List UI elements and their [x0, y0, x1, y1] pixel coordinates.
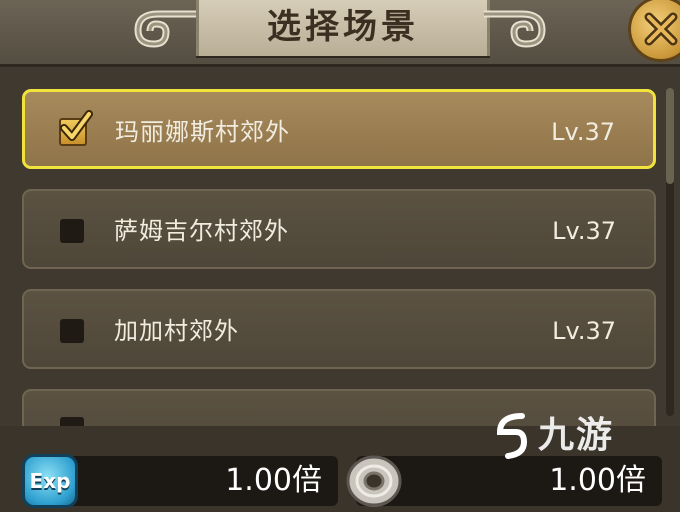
exp-icon: Exp	[22, 454, 78, 508]
watermark: 九游	[490, 406, 640, 466]
scene-level: Lv.37	[552, 317, 616, 345]
scene-row-samgir[interactable]: 萨姆吉尔村郊外 Lv.37	[22, 189, 656, 269]
coin-icon	[346, 455, 402, 507]
scene-row-gaga[interactable]: 加加村郊外 Lv.37	[22, 289, 656, 369]
scene-checkbox[interactable]	[60, 219, 84, 243]
scene-checkbox[interactable]	[59, 110, 93, 146]
scene-row-marinas[interactable]: 玛丽娜斯村郊外 Lv.37	[22, 89, 656, 169]
header-bar: 选择场景	[0, 0, 680, 67]
coin-multiplier-value: 1.00倍	[549, 463, 646, 498]
close-button[interactable]	[628, 0, 680, 62]
scrollbar-thumb[interactable]	[666, 88, 674, 184]
scroll-ornament-right-icon	[484, 10, 546, 48]
scroll-ornament-left-icon	[134, 10, 196, 48]
scene-list[interactable]: 玛丽娜斯村郊外 Lv.37 萨姆吉尔村郊外 Lv.37 加加村郊外 Lv.37	[0, 67, 680, 427]
scene-level: Lv.37	[552, 217, 616, 245]
scene-name: 玛丽娜斯村郊外	[115, 118, 290, 146]
check-icon	[60, 110, 93, 141]
watermark-text: 九游	[538, 415, 615, 456]
close-icon	[644, 12, 678, 46]
watermark-logo-icon	[496, 413, 528, 459]
scene-level: Lv.37	[551, 118, 615, 146]
scene-name: 加加村郊外	[114, 317, 239, 345]
exp-multiplier-value: 1.00倍	[225, 463, 322, 498]
scene-name: 萨姆吉尔村郊外	[114, 217, 289, 245]
scene-checkbox[interactable]	[60, 319, 84, 343]
page-title: 选择场景	[267, 7, 419, 47]
